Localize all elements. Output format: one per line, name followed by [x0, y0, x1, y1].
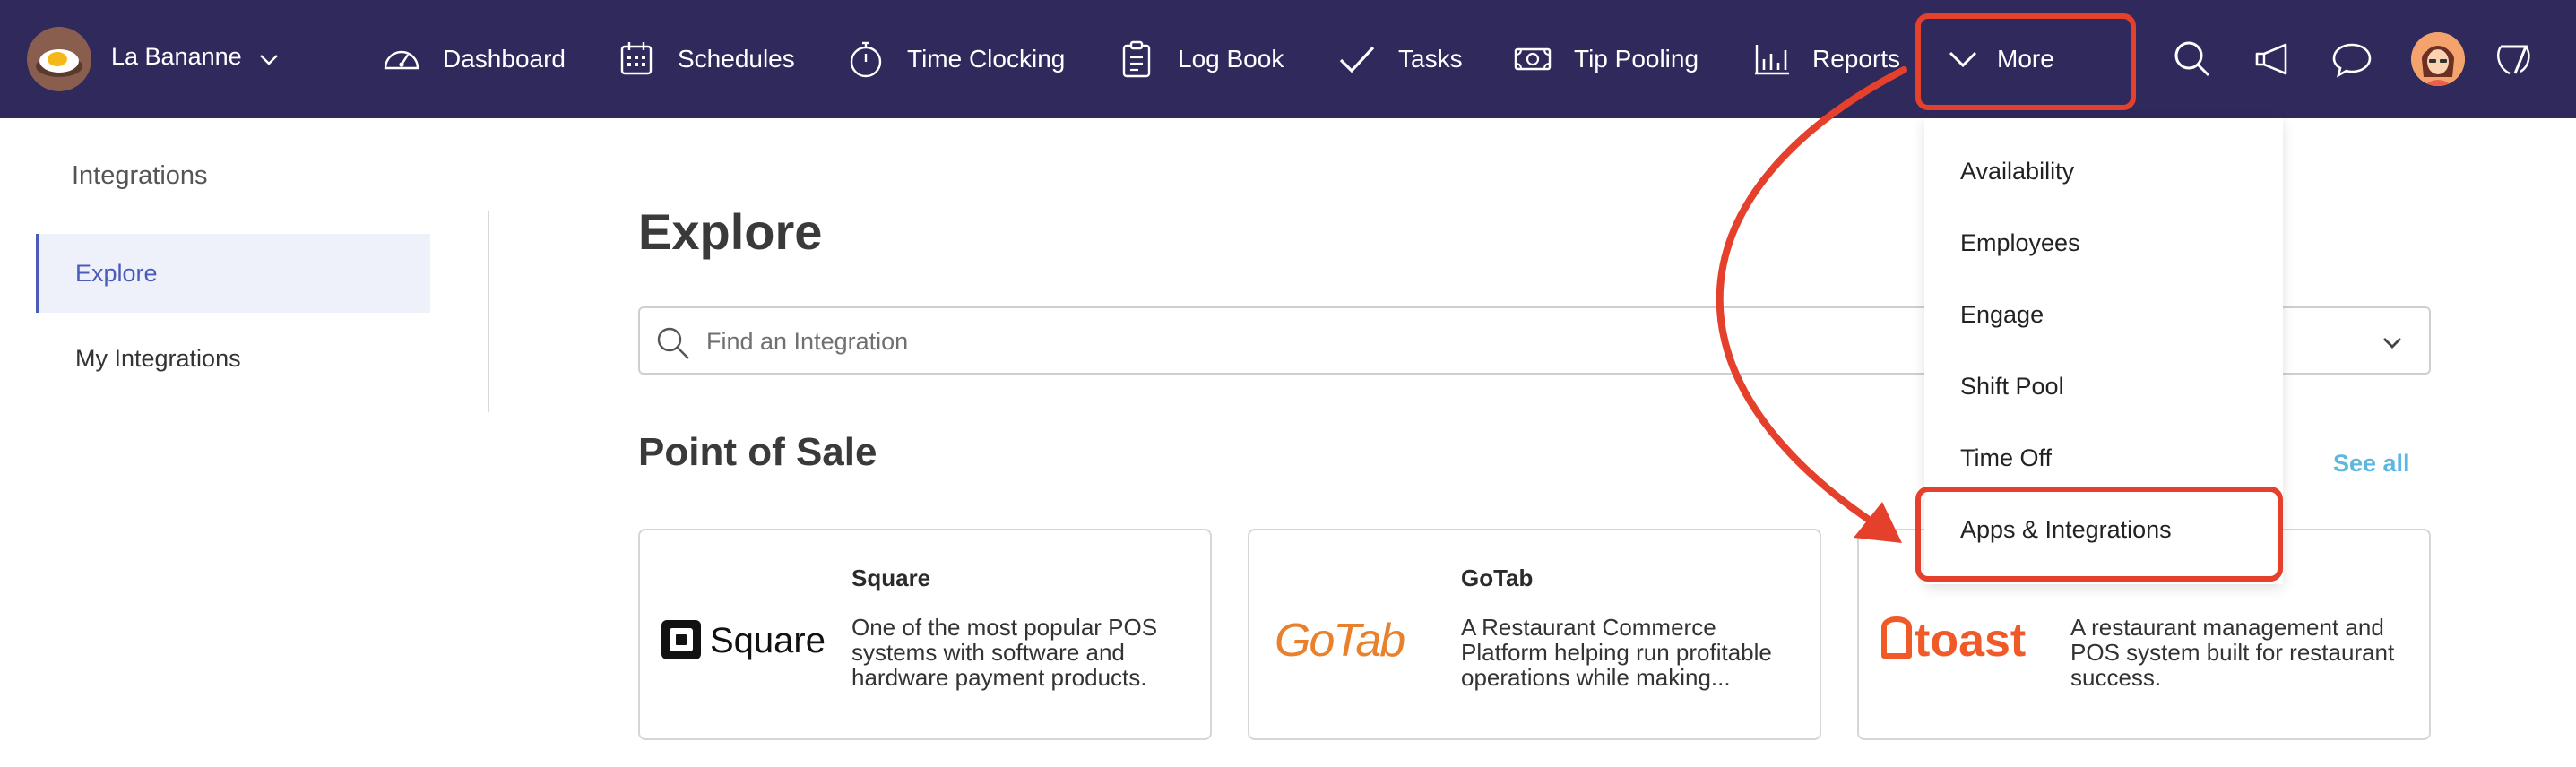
- stopwatch-icon: [850, 41, 882, 78]
- menu-item-time-off[interactable]: Time Off: [1960, 444, 2052, 472]
- menu-item-shift-pool[interactable]: Shift Pool: [1960, 373, 2064, 401]
- bar-chart-icon: [1755, 45, 1789, 75]
- nav-label: Log Book: [1178, 45, 1284, 73]
- chat-icon[interactable]: [2329, 36, 2375, 82]
- square-logo: Square: [661, 620, 826, 660]
- sidebar-divider: [488, 211, 489, 412]
- nav-schedules[interactable]: Schedules: [615, 32, 795, 86]
- card-description: A Restaurant Commerce Platform helping r…: [1461, 614, 1772, 691]
- highlight-more-box: [1915, 13, 2136, 110]
- chevron-down-icon[interactable]: [2379, 330, 2406, 357]
- card-description: One of the most popular POS systems with…: [851, 614, 1158, 691]
- search-icon: [657, 327, 689, 359]
- sidebar-item-explore[interactable]: Explore: [36, 234, 430, 313]
- 7shifts-logo-icon[interactable]: [2490, 36, 2537, 82]
- integration-card-square[interactable]: Square Square One of the most popular PO…: [638, 529, 1212, 740]
- card-title: Square: [851, 564, 931, 591]
- megaphone-icon[interactable]: [2250, 36, 2296, 82]
- nav-tip-pooling[interactable]: Tip Pooling: [1511, 32, 1699, 86]
- clipboard-icon: [1122, 40, 1151, 78]
- nav-time-clocking[interactable]: Time Clocking: [844, 32, 1065, 86]
- menu-item-employees[interactable]: Employees: [1960, 229, 2080, 257]
- sidebar-title: Integrations: [72, 161, 208, 190]
- nav-label: Reports: [1812, 45, 1901, 73]
- menu-item-availability[interactable]: Availability: [1960, 158, 2074, 185]
- page-title: Explore: [638, 203, 823, 260]
- card-description: A restaurant management and POS system b…: [2070, 614, 2395, 691]
- nav-label: Time Clocking: [907, 45, 1066, 73]
- top-navigation-bar: La Bananne Dashboard Schedules Time Cloc…: [0, 0, 2576, 118]
- sidebar-item-my-integrations[interactable]: My Integrations: [36, 319, 430, 398]
- chevron-down-icon[interactable]: [256, 47, 281, 72]
- nav-label: Schedules: [678, 45, 795, 73]
- brand-logo[interactable]: [27, 27, 91, 91]
- see-all-link[interactable]: See all: [2333, 450, 2410, 478]
- section-title: Point of Sale: [638, 430, 877, 474]
- money-icon: [1514, 47, 1552, 71]
- dashboard-icon: [384, 50, 419, 70]
- svg-text:GoTab: GoTab: [1275, 615, 1405, 667]
- nav-label: Dashboard: [443, 45, 566, 73]
- nav-label: Tip Pooling: [1574, 45, 1699, 73]
- nav-log-book[interactable]: Log Book: [1115, 32, 1284, 86]
- calendar-icon: [620, 42, 653, 75]
- nav-tasks[interactable]: Tasks: [1336, 32, 1463, 86]
- menu-item-engage[interactable]: Engage: [1960, 301, 2044, 329]
- gotab-logo: GoTab: [1275, 615, 1406, 667]
- svg-text:toast: toast: [1915, 615, 2026, 667]
- integration-card-gotab[interactable]: GoTab GoTab A Restaurant Commerce Platfo…: [1248, 529, 1821, 740]
- highlight-apps-box: [1915, 487, 2283, 582]
- search-icon[interactable]: [2169, 36, 2216, 82]
- location-name[interactable]: La Bananne: [111, 43, 242, 71]
- nav-reports[interactable]: Reports: [1750, 32, 1900, 86]
- nav-label: Tasks: [1398, 45, 1463, 73]
- toast-logo: toast: [1881, 615, 2026, 667]
- svg-text:Square: Square: [710, 621, 826, 660]
- nav-dashboard[interactable]: Dashboard: [380, 32, 566, 86]
- user-avatar[interactable]: [2411, 32, 2465, 86]
- checkmark-icon: [1339, 46, 1375, 73]
- card-title: GoTab: [1461, 564, 1534, 591]
